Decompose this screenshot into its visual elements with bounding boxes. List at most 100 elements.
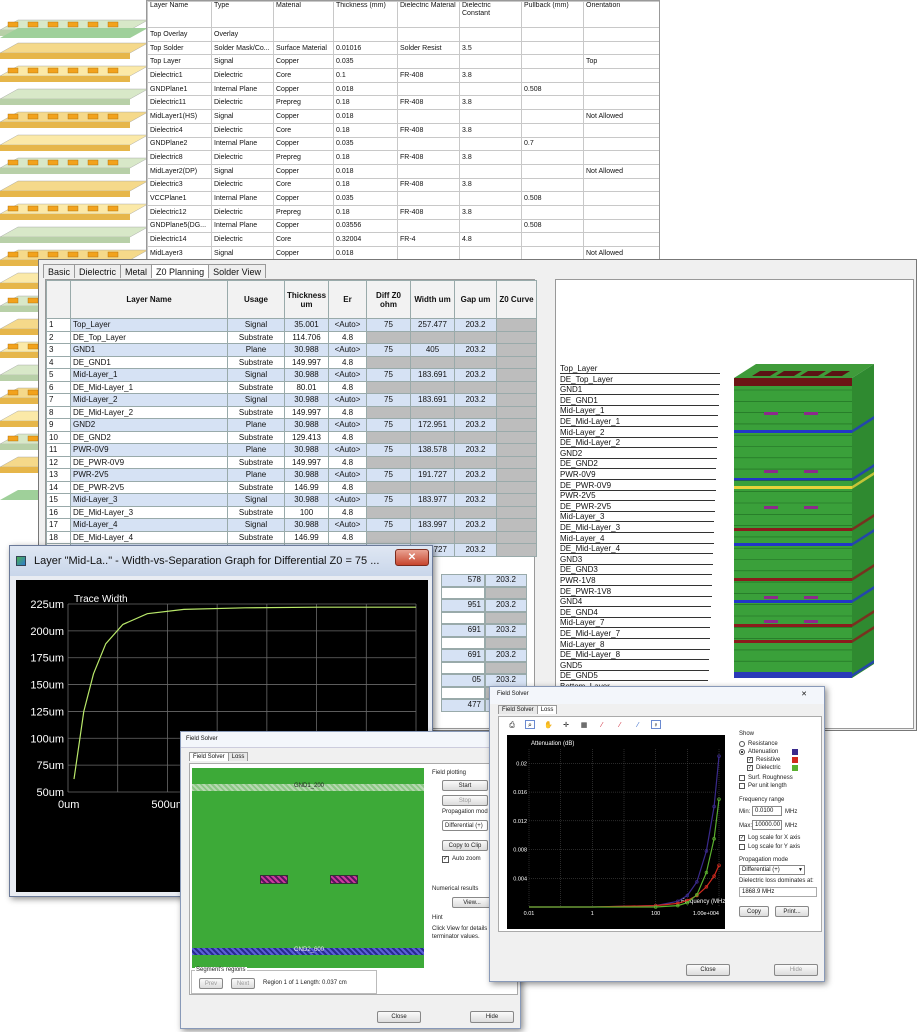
table-cell: 149.997 [284, 405, 329, 419]
propagation-mode-select[interactable]: Differential (+) [442, 820, 488, 831]
stack-pad [7, 205, 19, 212]
table-cell: 4.8 [328, 405, 367, 419]
table-cell: Mid-Layer_3 [70, 493, 228, 507]
table-cell: 0.18 [333, 150, 398, 165]
stack-pad [27, 67, 39, 74]
start-button[interactable]: Start [442, 780, 488, 791]
table-cell: 183.691 [410, 393, 455, 407]
grid-icon[interactable]: ▦ [579, 720, 589, 729]
dielectric-checkbox[interactable]: ✓ [747, 765, 753, 771]
table-cell [459, 191, 522, 206]
tab-loss[interactable]: Loss [536, 705, 558, 714]
table-cell [454, 405, 497, 419]
table-row: 16 DE_Mid-Layer_3 Substrate 100 4.8 [46, 505, 537, 519]
tab-loss[interactable]: Loss [227, 752, 249, 761]
curve-icon[interactable]: ⁄ [615, 720, 625, 729]
plane-band [734, 640, 852, 643]
copy-button[interactable]: Copy [739, 906, 769, 917]
hide-button[interactable]: Hide [774, 964, 818, 976]
stop-button[interactable]: Stop [442, 795, 488, 806]
table-cell [459, 27, 522, 42]
tab-metal[interactable]: Metal [120, 264, 153, 278]
stack-slab-top [0, 42, 149, 54]
table-row: Dielectric3 Dielectric Core 0.18 FR-408 3.8 [147, 177, 659, 193]
tab-solder-view[interactable]: Solder View [208, 264, 266, 278]
stack-pad [27, 435, 39, 442]
stack-slab-front [0, 76, 130, 82]
bulb-icon[interactable]: ♀ [651, 720, 661, 729]
close-button[interactable]: ✕ [395, 549, 429, 566]
table-cell [521, 232, 584, 247]
table-cell [454, 530, 497, 544]
table-cell: 5 [46, 368, 71, 382]
attenuation-radio[interactable] [739, 749, 745, 755]
layer-stack-table: Layer Name Type Material Thickness (mm) Diel… [147, 1, 659, 261]
stackup-layer-label: GND2 [560, 449, 717, 459]
tab-z0-planning[interactable]: Z0 Planning [151, 264, 210, 278]
prev-button[interactable]: Prev [199, 978, 223, 989]
table-cell [366, 330, 411, 344]
table-cell: 0.7 [521, 136, 584, 152]
view-button[interactable]: View... [452, 897, 492, 908]
curve-icon[interactable]: ⁄ [597, 720, 607, 729]
table-cell: FR-408 [397, 68, 460, 83]
close-button[interactable]: Close [377, 1011, 421, 1023]
table-cell: <Auto> [328, 418, 367, 432]
close-button[interactable]: Close [686, 964, 730, 976]
field-solver-window: Field Solver Field Solver Loss GND1_200 G… [180, 731, 521, 1029]
table-cell: Substrate [227, 480, 285, 494]
stackup-layer-label: DE_Mid-Layer_2 [560, 438, 718, 449]
column-header: Width um [410, 280, 455, 319]
max-frequency-input[interactable]: 10000.00 [752, 820, 782, 830]
tab-field-solver[interactable]: Field Solver [189, 752, 229, 761]
log-x-checkbox[interactable]: ✓ [739, 835, 745, 841]
table-cell: 75 [366, 368, 411, 382]
attenuation-chart: Attenuation (dB)Frequency (MHz)0.020.016… [507, 735, 725, 929]
resistance-radio[interactable] [739, 741, 745, 747]
close-x-button[interactable]: ✕ [798, 690, 810, 700]
y-tick-label: 0.012 [513, 819, 527, 825]
hide-button[interactable]: Hide [470, 1011, 514, 1023]
stack-pad [107, 113, 119, 120]
stack-pad [67, 205, 79, 212]
next-button[interactable]: Next [231, 978, 255, 989]
loss-panel: ⎙ ⌕ ✋ ✛ ▦ ⁄ ⁄ ⁄ ♀ Attenuation (dB) Frequency (MHz… [498, 716, 822, 932]
crosshair-icon[interactable]: ✛ [561, 720, 571, 729]
table-cell: Dielectric [211, 232, 274, 247]
table-cell: Signal [227, 393, 285, 407]
table-row: Top Layer Signal Copper 0.035 Top [147, 54, 659, 70]
partial-width-cell: 477 [441, 699, 485, 712]
stack-pad [87, 113, 99, 120]
tab-basic[interactable]: Basic [43, 264, 76, 278]
stack-slab-front [0, 168, 130, 174]
curve-icon[interactable]: ⁄ [633, 720, 643, 729]
table-cell: 0.508 [521, 218, 584, 234]
y-tick-label: 0.004 [513, 876, 527, 882]
resistive-checkbox[interactable]: ✓ [747, 757, 753, 763]
table-row: 15 Mid-Layer_3 Signal 30.988 <Auto> 75 183.977… [46, 493, 537, 507]
tab-dielectric[interactable]: Dielectric [74, 264, 122, 278]
field-plot-area: GND1_200 GND2_600 [192, 768, 424, 968]
per-unit-length-checkbox[interactable] [739, 783, 745, 789]
surf-roughness-checkbox[interactable] [739, 775, 745, 781]
log-y-checkbox[interactable] [739, 844, 745, 850]
print-button[interactable]: Print... [775, 906, 809, 917]
print-icon[interactable]: ⎙ [507, 720, 517, 729]
table-cell: 183.691 [410, 368, 455, 382]
table-cell: Dielectric12 [147, 204, 212, 220]
pan-icon[interactable]: ✋ [543, 720, 553, 729]
table-cell: 30.988 [284, 518, 329, 532]
tab-field-solver[interactable]: Field Solver [498, 705, 538, 714]
min-frequency-input[interactable]: 0.0100 [752, 806, 782, 816]
table-cell: GND1 [70, 343, 228, 357]
propagation-mode-select[interactable]: Differential (+) ▼ [739, 865, 805, 875]
table-row: Top Overlay Overlay [147, 27, 659, 42]
table-cell: DE_PWR-0V9 [70, 455, 228, 469]
auto-zoom-checkbox[interactable]: ✓ [442, 856, 449, 863]
table-cell: 15 [46, 493, 71, 507]
copy-to-clip-button[interactable]: Copy to Clip [442, 840, 488, 851]
table-cell: 75 [366, 468, 411, 482]
stackup-layer-label: Mid-Layer_7 [560, 618, 711, 629]
table-cell: PWR-0V9 [70, 443, 228, 457]
zoom-icon[interactable]: ⌕ [525, 720, 535, 729]
